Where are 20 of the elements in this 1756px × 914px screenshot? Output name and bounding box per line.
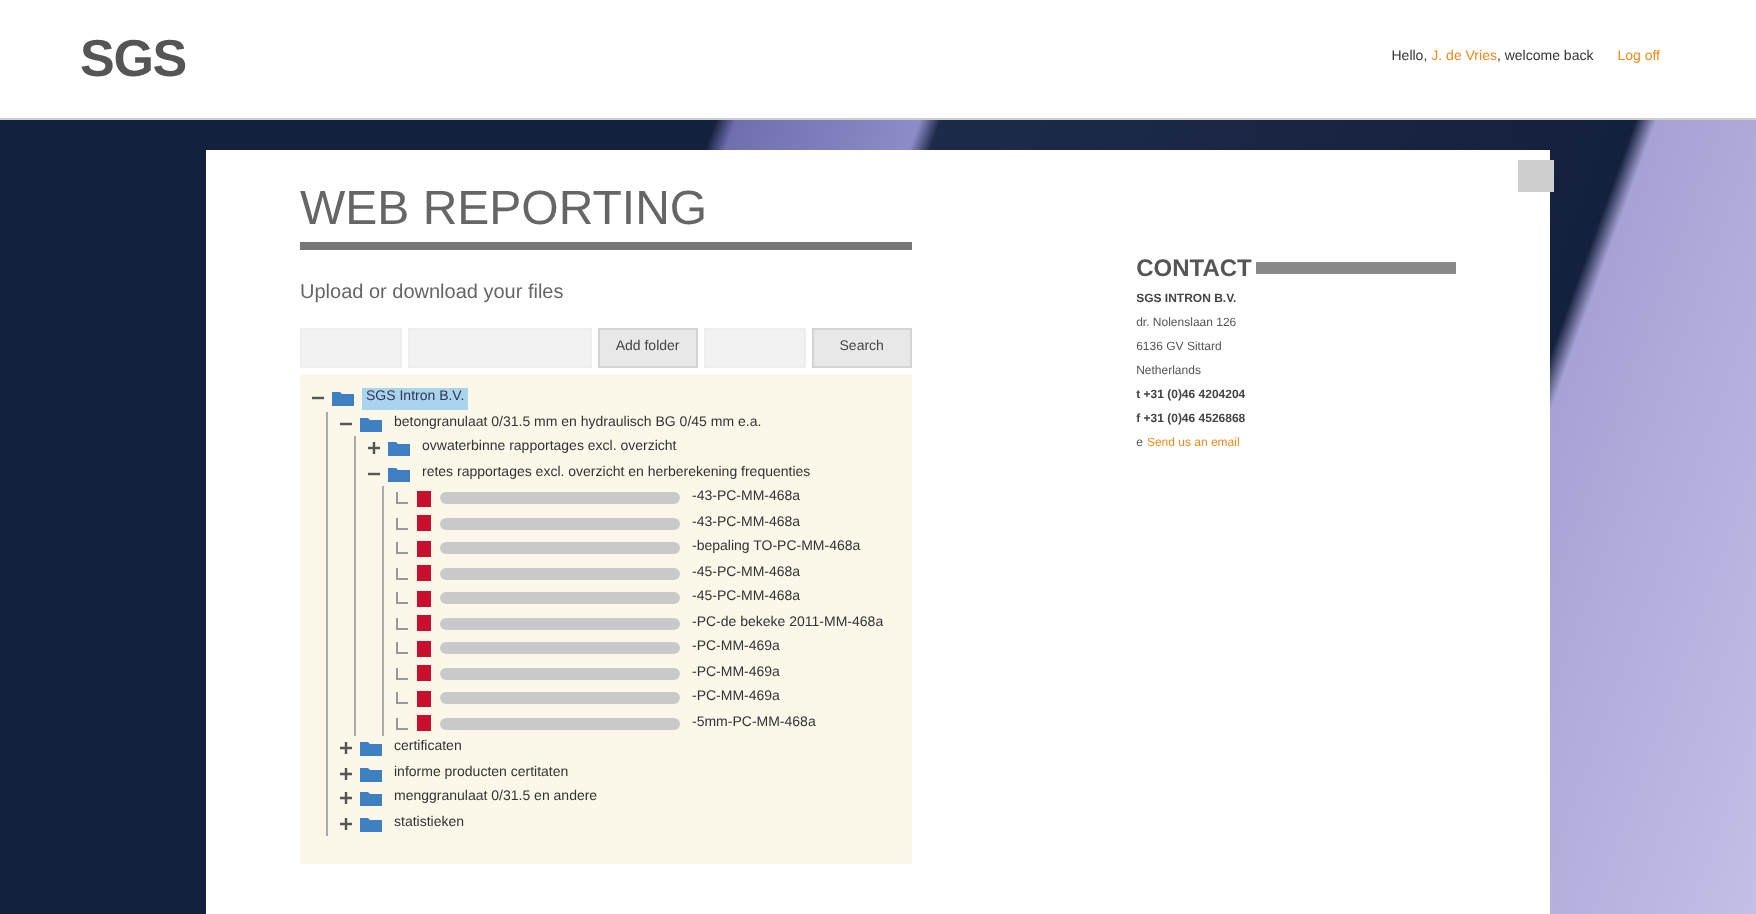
contact-heading: CONTACT [1136, 252, 1252, 286]
expand-icon[interactable] [340, 742, 352, 755]
folder-icon [360, 415, 382, 432]
collapse-icon[interactable] [368, 467, 380, 480]
expand-icon[interactable] [340, 817, 352, 830]
logo[interactable]: SGS [80, 20, 186, 98]
folder-icon [360, 765, 382, 782]
page-title: WEB REPORTING [300, 186, 710, 234]
expand-icon[interactable] [340, 792, 352, 805]
subtitle: Upload or download your files [300, 280, 566, 308]
folder-icon [360, 815, 382, 832]
folder-icon [360, 740, 382, 757]
collapse-icon[interactable] [340, 417, 352, 430]
folder-icon [360, 790, 382, 807]
expand-icon[interactable] [368, 442, 380, 455]
folder-icon [388, 440, 410, 457]
expand-icon[interactable] [340, 767, 352, 780]
collapse-icon[interactable] [312, 392, 324, 405]
folder-icon [332, 390, 354, 407]
folder-icon [388, 465, 410, 482]
